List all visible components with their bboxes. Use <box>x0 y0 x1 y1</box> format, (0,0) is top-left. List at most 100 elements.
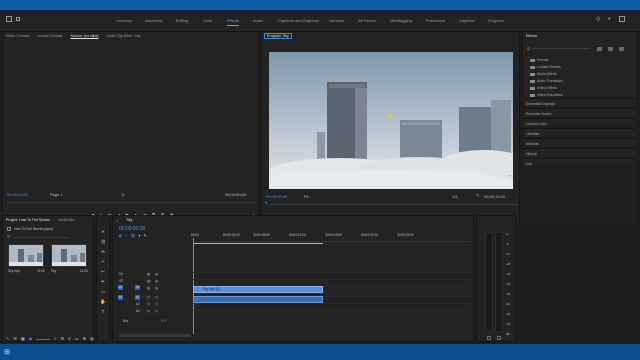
track-select-tool-icon[interactable]: ⇶ <box>100 239 106 245</box>
track-v3-lane[interactable] <box>191 272 471 279</box>
project-sequence-name[interactable]: Sky <box>51 269 56 273</box>
type-tool-icon[interactable]: T <box>100 309 106 315</box>
source-patch-v1[interactable]: V1 <box>118 285 123 290</box>
fullscreen-icon[interactable] <box>619 16 625 22</box>
track-label-v2[interactable]: V2 <box>119 279 123 283</box>
start-icon[interactable]: ⊞ <box>4 348 10 356</box>
workspace-learning[interactable]: Learning <box>116 18 132 23</box>
hand-tool-icon[interactable]: ✋ <box>100 299 106 305</box>
snap-icon[interactable]: ∩ <box>125 234 128 238</box>
effects-item-audio-effects[interactable]: Audio Effects <box>530 72 557 76</box>
nest-toggle-icon[interactable]: ⧈ <box>119 234 122 238</box>
search-icon[interactable]: ⚲ <box>596 16 600 23</box>
track-a3-lane[interactable] <box>191 310 471 317</box>
timeline-ruler[interactable]: 00:00 00:00:04:00 00:00:08:00 00:00:12:0… <box>191 232 471 242</box>
program-timecode-in[interactable]: 00:00:00:00 <box>266 194 287 199</box>
timeline-close-icon[interactable]: × <box>116 218 118 223</box>
program-fit-dropdown[interactable]: Fit <box>304 194 308 199</box>
list-view-icon[interactable]: ☰ <box>13 337 17 341</box>
panel-markers[interactable]: Markers <box>523 138 636 147</box>
workspace-assembly[interactable]: Assembly <box>145 18 162 23</box>
slip-tool-icon[interactable]: ⊢ <box>100 269 106 275</box>
effects-search-input[interactable] <box>532 48 590 49</box>
workspace-captions[interactable]: Captions <box>459 18 475 23</box>
effects-item-video-effects[interactable]: Video Effects <box>530 86 557 90</box>
track-label-a2[interactable]: A2 <box>136 302 140 306</box>
write-protect-icon[interactable]: ✎ <box>6 337 9 341</box>
tab-lumetri-scopes[interactable]: Lumetri Scopes <box>38 34 63 38</box>
source-scrub-bar[interactable] <box>7 202 256 203</box>
video-clip[interactable]: Sky.mp4 [V] <box>193 286 323 293</box>
source-patch-a1[interactable]: A1 <box>118 295 123 300</box>
track-label-v3[interactable]: V3 <box>119 272 123 276</box>
eye-icon[interactable]: ◉ <box>154 279 159 284</box>
effects-item-lumetri-presets[interactable]: Lumetri Presets <box>530 65 561 69</box>
source-timecode-out[interactable]: 00;00;00;00 <box>225 192 246 197</box>
mute-icon[interactable]: M <box>146 295 151 300</box>
program-settings-icon[interactable]: ✎ <box>476 193 480 199</box>
workspace-editing[interactable]: Editing <box>176 18 188 23</box>
lock-track-icon[interactable]: ▣ <box>146 272 151 277</box>
pen-tool-icon[interactable]: ✒ <box>100 279 106 285</box>
program-scrub-bar[interactable] <box>266 204 517 205</box>
panel-history[interactable]: History <box>523 148 636 157</box>
track-target-v1[interactable]: V1 <box>135 285 140 290</box>
new-bin-project-icon[interactable]: ▭ <box>75 337 79 341</box>
workspace-graphics[interactable]: Graphics <box>488 18 504 23</box>
workspace-effects[interactable]: Effects <box>227 18 240 26</box>
program-quality-dropdown[interactable]: 1/2 <box>452 194 458 199</box>
import-icon[interactable] <box>16 17 20 21</box>
tab-program[interactable]: Program: Sky <box>264 33 292 39</box>
tab-project[interactable]: Project: How To Full Screen <box>6 218 50 222</box>
freeform-view-icon[interactable]: ◉ <box>29 337 33 341</box>
solo-right-icon[interactable] <box>497 336 501 340</box>
project-search-input[interactable] <box>13 237 69 238</box>
project-delete-icon[interactable]: ▤ <box>90 337 94 341</box>
tab-effects[interactable]: Effects <box>526 34 537 38</box>
solo-left-icon[interactable] <box>487 336 491 340</box>
timeline-settings-icon[interactable]: ✎ <box>144 234 147 238</box>
track-v2-lane[interactable] <box>191 279 471 286</box>
panel-lumetri-color[interactable]: Lumetri Color <box>523 118 636 127</box>
tab-source[interactable]: Source: (no clips) <box>70 34 98 38</box>
effects-item-video-transitions[interactable]: Video Transitions <box>530 93 563 97</box>
tab-effect-controls[interactable]: Effect Controls <box>6 34 30 38</box>
program-timecode-out[interactable]: 00:00:11:00 <box>484 194 505 199</box>
add-marker-timeline-icon[interactable]: ▾ <box>139 234 141 238</box>
lock-track-icon[interactable]: ▣ <box>146 286 151 291</box>
razor-tool-icon[interactable]: ✂ <box>100 259 106 265</box>
accelerated-effects-icon[interactable] <box>597 47 602 51</box>
notifications-icon[interactable]: ♦ <box>608 16 611 22</box>
sort-icon[interactable]: ≡ <box>54 337 56 341</box>
linked-selection-icon[interactable]: ⛓ <box>130 234 135 238</box>
icon-view-icon[interactable]: ▦ <box>21 337 25 341</box>
find-icon[interactable]: ⚲ <box>68 337 71 341</box>
timeline-horizontal-scrollbar[interactable] <box>119 334 191 337</box>
effects-item-presets[interactable]: Presets <box>530 58 549 62</box>
lock-track-icon[interactable]: ▣ <box>146 279 151 284</box>
workspace-all-panels[interactable]: All Panels <box>358 18 376 23</box>
track-label-a3[interactable]: A3 <box>136 309 140 313</box>
effects-item-audio-transitions[interactable]: Audio Transitions <box>530 79 563 83</box>
solo-icon[interactable]: S <box>154 309 159 314</box>
work-area-bar[interactable] <box>193 243 323 244</box>
workspace-metalogging[interactable]: Metalogging <box>390 18 412 23</box>
mute-icon[interactable]: M <box>146 302 151 307</box>
eye-icon[interactable]: ◉ <box>154 286 159 291</box>
settings-wrench-icon[interactable]: ▤ <box>121 192 125 197</box>
ripple-edit-tool-icon[interactable]: ⇹ <box>100 249 106 255</box>
workspace-audio[interactable]: Audio <box>253 18 263 23</box>
project-item-name[interactable]: Sky.mp4 <box>8 269 20 273</box>
effects-search-icon[interactable]: ⚲ <box>527 46 530 51</box>
workspace-libraries[interactable]: Libraries <box>329 18 344 23</box>
32bit-effects-icon[interactable] <box>608 47 613 51</box>
mute-icon[interactable]: M <box>146 309 151 314</box>
eye-icon[interactable]: ◉ <box>154 272 159 277</box>
timeline-timecode[interactable]: 00:00:00:00 <box>119 226 145 232</box>
source-page-dropdown[interactable]: Page 1 <box>50 192 63 197</box>
panel-libraries[interactable]: Libraries <box>523 128 636 137</box>
tab-sequence-sky[interactable]: Sky <box>126 218 132 222</box>
track-target-a1[interactable]: A1 <box>135 295 140 300</box>
workspace-color[interactable]: Color <box>203 18 213 23</box>
workspace-production[interactable]: Production <box>426 18 445 23</box>
